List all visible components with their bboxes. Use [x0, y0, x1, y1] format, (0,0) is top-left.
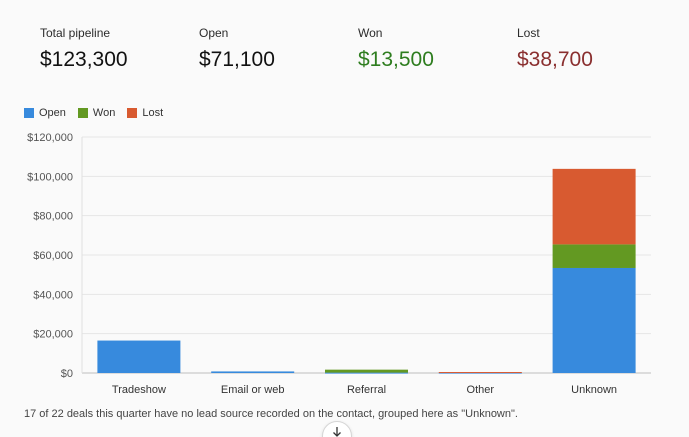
- bar-lost-other[interactable]: [438, 372, 522, 374]
- bar-open-unknown[interactable]: [552, 267, 636, 373]
- y-tick-label: $60,000: [33, 250, 73, 262]
- x-tick-label: Other: [467, 384, 495, 396]
- arrow-down-icon: [333, 427, 341, 437]
- bar-open-referral[interactable]: [325, 372, 408, 374]
- x-tick-label: Unknown: [571, 384, 617, 396]
- bar-open-email-or-web[interactable]: [211, 371, 295, 373]
- x-tick-label: Email or web: [221, 384, 285, 396]
- y-tick-label: $100,000: [27, 171, 73, 183]
- bar-won-unknown[interactable]: [552, 244, 636, 268]
- y-tick-label: $0: [61, 368, 73, 380]
- bar-won-referral[interactable]: [325, 369, 408, 373]
- chart-footnote: 17 of 22 deals this quarter have no lead…: [24, 408, 518, 420]
- pipeline-dashboard: Total pipeline $123,300 Open $71,100 Won…: [0, 0, 689, 437]
- bar-lost-unknown[interactable]: [552, 168, 636, 245]
- pipeline-by-source-chart: $0 $20,000 $40,000 $60,000 $80,000 $100,000 $1…: [27, 132, 651, 396]
- y-tick-label: $80,000: [33, 211, 73, 223]
- y-tick-label: $120,000: [27, 132, 73, 144]
- y-tick-label: $40,000: [33, 289, 73, 301]
- y-tick-label: $20,000: [33, 329, 73, 341]
- bar-open-tradeshow[interactable]: [97, 340, 181, 373]
- x-tick-label: Tradeshow: [112, 384, 166, 396]
- x-tick-label: Referral: [347, 384, 386, 396]
